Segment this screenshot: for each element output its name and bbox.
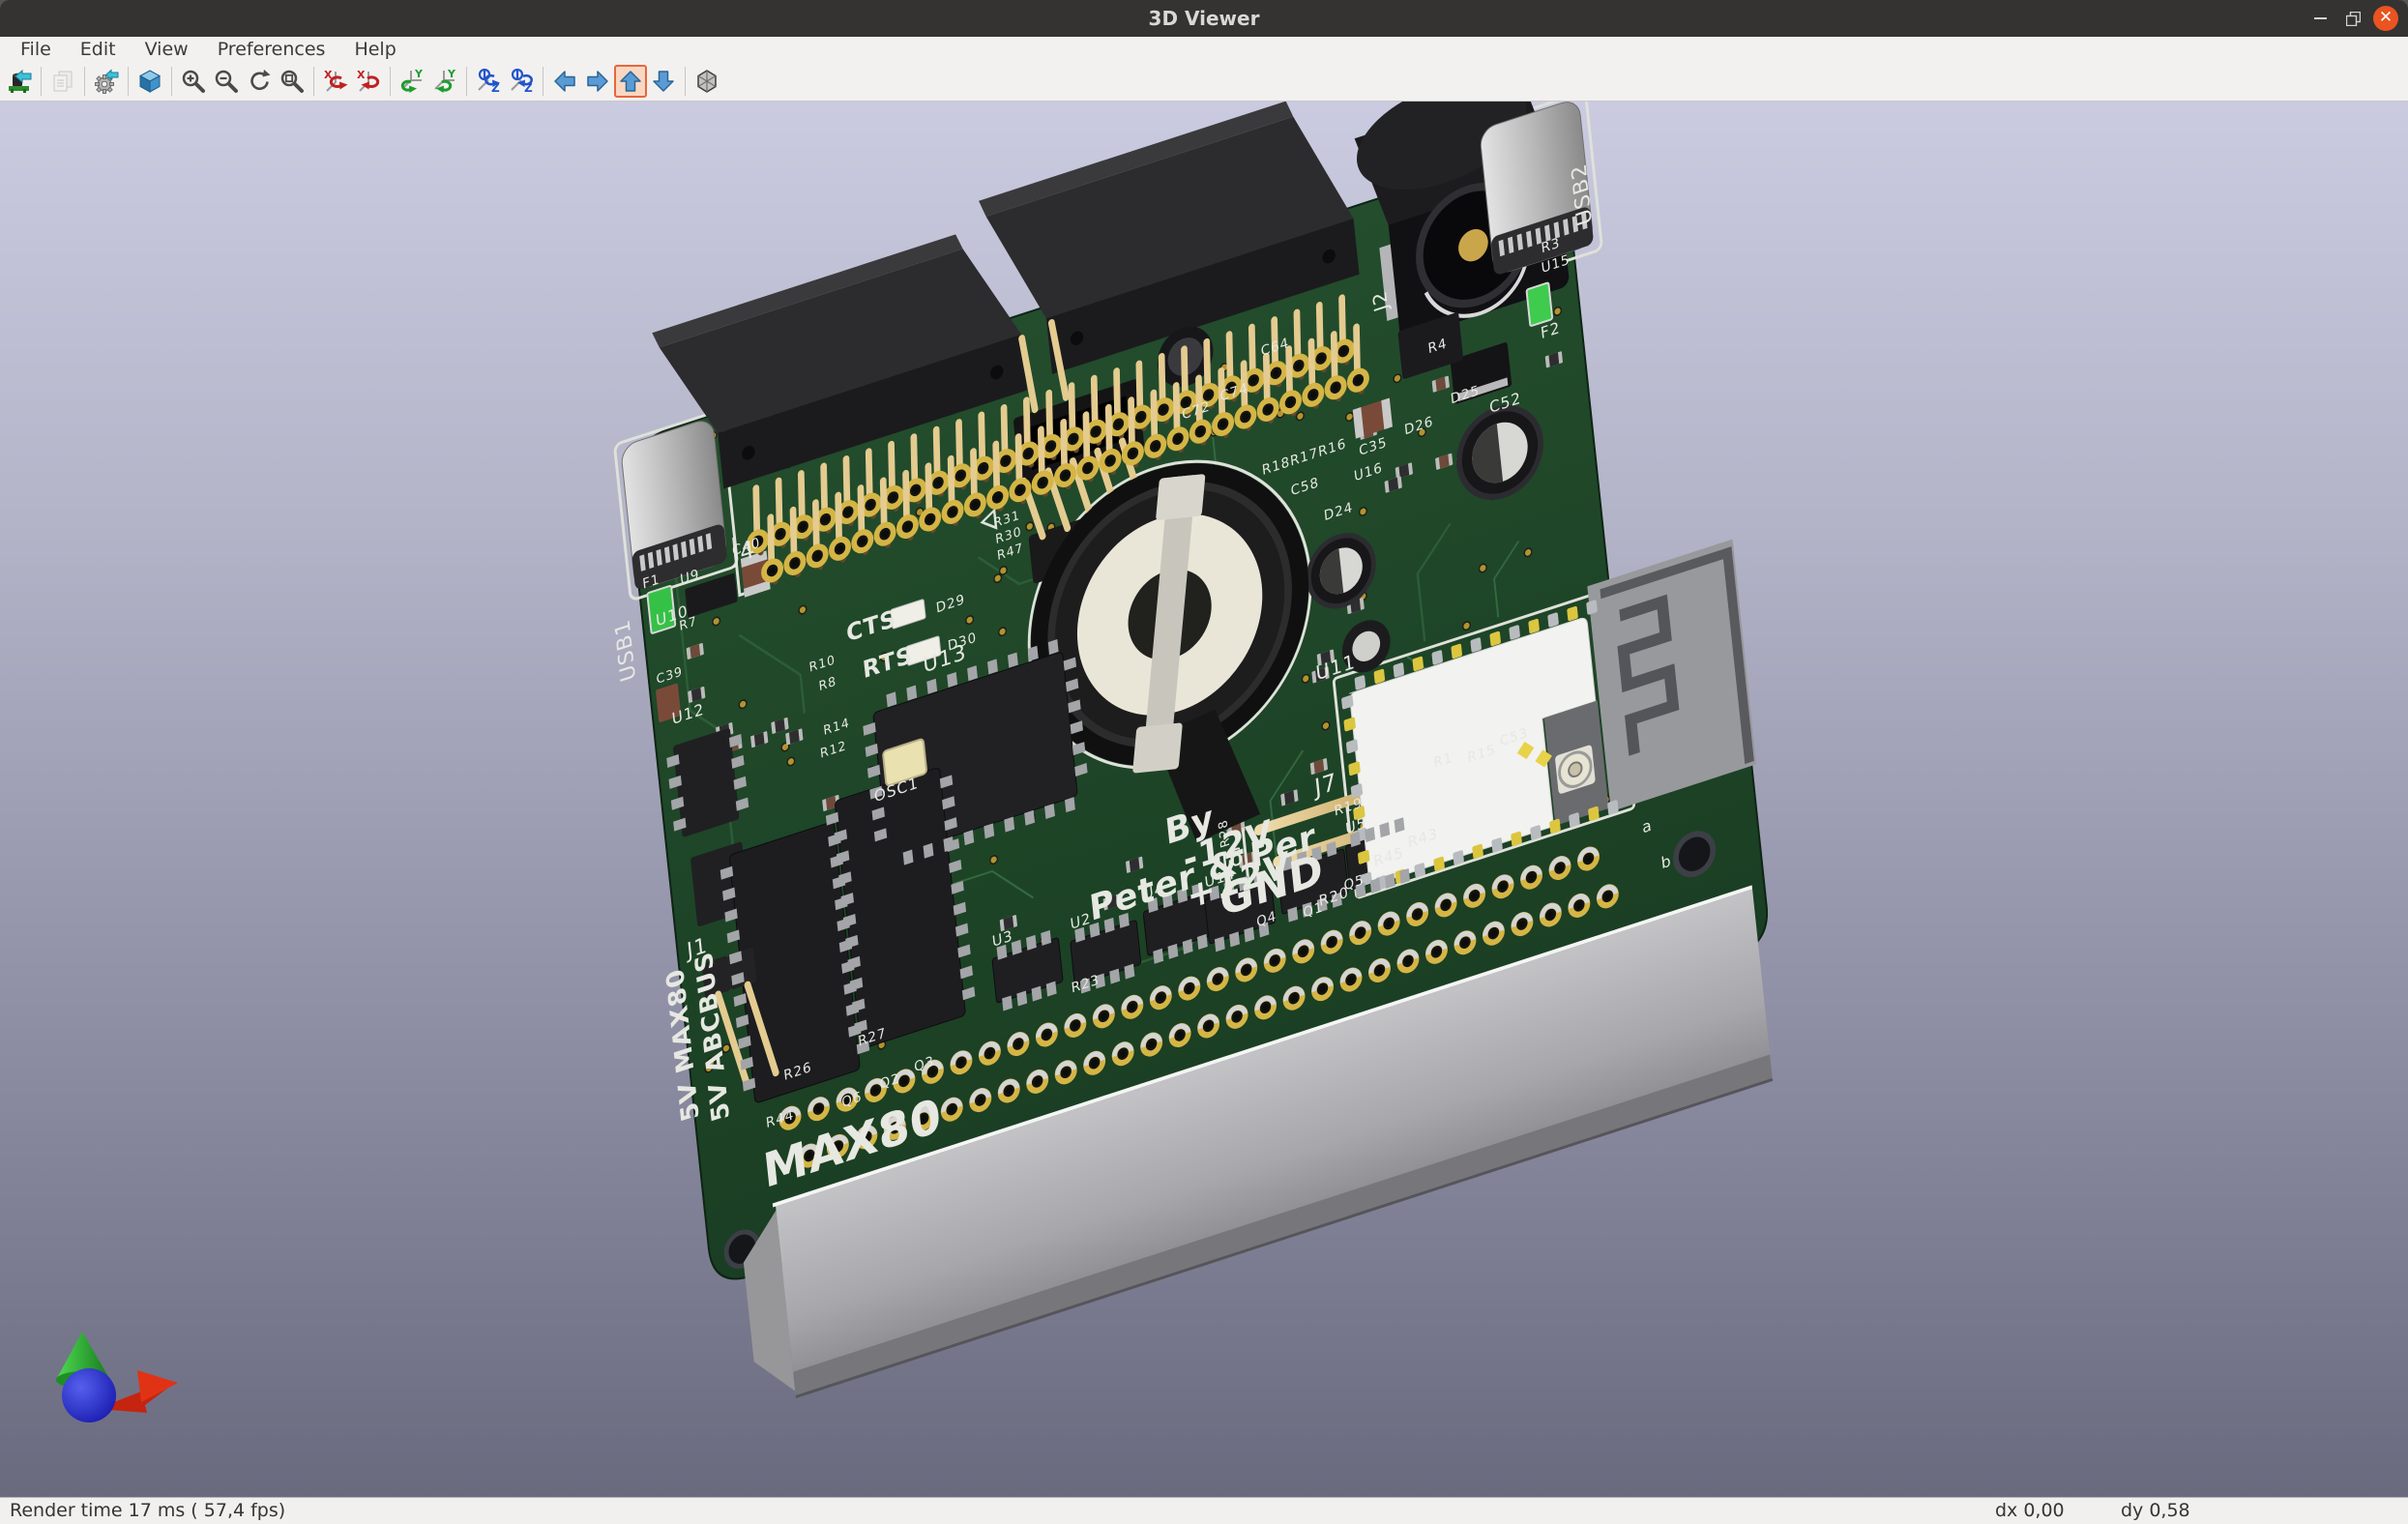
toolbar-separator <box>41 67 42 96</box>
move-right-button[interactable] <box>581 65 614 98</box>
move-up-icon <box>618 69 643 94</box>
move-down-button[interactable] <box>647 65 680 98</box>
minimize-button[interactable] <box>2307 6 2333 31</box>
silkscreen-text: R28 <box>1217 817 1233 849</box>
render-cube-icon <box>137 69 162 94</box>
silkscreen-text: b <box>1660 851 1673 872</box>
rotate-x-clockwise-button[interactable]: X <box>319 65 352 98</box>
dy-status: dy 0,58 <box>2121 1500 2190 1521</box>
minimize-icon <box>2314 17 2327 19</box>
rotate-z-clockwise-button[interactable]: Z <box>472 65 505 98</box>
reload-board-icon <box>7 69 32 94</box>
silkscreen-text: a <box>1641 815 1653 836</box>
zoom-out-button[interactable] <box>210 65 243 98</box>
rotate-z-counterclockwise-icon: Z <box>509 69 534 94</box>
maximize-button[interactable] <box>2340 6 2365 31</box>
copy-image-button[interactable] <box>46 65 79 98</box>
render-time-status: Render time 17 ms ( 57,4 fps) <box>10 1500 285 1521</box>
menu-edit[interactable]: Edit <box>66 37 131 62</box>
toolbar-separator <box>390 67 391 96</box>
menu-bar: File Edit View Preferences Help <box>0 37 2408 62</box>
rotate-z-clockwise-icon: Z <box>476 69 501 94</box>
toolbar-separator <box>313 67 314 96</box>
toolbar-separator <box>171 67 172 96</box>
rotate-y-counterclockwise-button[interactable]: Y <box>428 65 461 98</box>
zoom-in-button[interactable] <box>177 65 210 98</box>
axis-orientation-gizmo <box>56 1332 178 1422</box>
svg-text:Y: Y <box>447 69 456 80</box>
redraw-button[interactable] <box>243 65 276 98</box>
render-options-icon <box>94 69 119 94</box>
redraw-icon <box>247 69 272 94</box>
move-left-icon <box>552 69 577 94</box>
rotate-x-counterclockwise-button[interactable]: X <box>352 65 385 98</box>
rotate-y-clockwise-button[interactable]: Y <box>396 65 428 98</box>
title-bar[interactable]: 3D Viewer ✕ <box>0 0 2408 37</box>
move-up-button[interactable] <box>614 65 647 98</box>
move-left-button[interactable] <box>548 65 581 98</box>
silkscreen-text: USB1 <box>611 616 640 685</box>
dx-status: dx 0,00 <box>1995 1500 2065 1521</box>
rotate-y-clockwise-icon: Y <box>399 69 425 94</box>
svg-text:Y: Y <box>414 69 424 80</box>
zoom-in-icon <box>181 69 206 94</box>
move-right-icon <box>585 69 610 94</box>
orthographic-cube-icon <box>694 69 719 94</box>
close-button[interactable]: ✕ <box>2373 6 2398 31</box>
z-axis-sphere <box>62 1368 116 1422</box>
menu-view[interactable]: View <box>131 37 203 62</box>
pcb-board: MAX80ByPeter & PerJ6GNDJ7-12V+12VJ15V MA… <box>580 102 1789 1429</box>
menu-help[interactable]: Help <box>339 37 410 62</box>
zoom-to-fit-icon <box>279 69 305 94</box>
orthographic-projection-button[interactable] <box>690 65 723 98</box>
toolbar-separator <box>128 67 129 96</box>
copy-image-icon <box>50 69 75 94</box>
restore-icon <box>2346 12 2361 26</box>
toolbar-separator <box>466 67 467 96</box>
toolbar-separator <box>84 67 85 96</box>
window-title: 3D Viewer <box>1149 7 1260 30</box>
close-icon: ✕ <box>2379 10 2393 26</box>
3d-viewer-window: 3D Viewer ✕ File Edit View Preferences H… <box>0 0 2408 1523</box>
move-down-icon <box>651 69 676 94</box>
render-options-button[interactable] <box>90 65 123 98</box>
usb-c-connector-1 <box>620 417 727 591</box>
zoom-to-fit-button[interactable] <box>276 65 308 98</box>
menu-preferences[interactable]: Preferences <box>203 37 340 62</box>
render-realistic-button[interactable] <box>133 65 166 98</box>
status-bar: Render time 17 ms ( 57,4 fps) dx 0,00 dy… <box>0 1497 2408 1524</box>
rotate-x-counterclockwise-icon: X <box>356 69 381 94</box>
svg-text:X: X <box>357 69 366 81</box>
rotate-y-counterclockwise-icon: Y <box>432 69 457 94</box>
reload-board-button[interactable] <box>3 65 36 98</box>
toolbar-separator <box>685 67 686 96</box>
rotate-x-clockwise-icon: X <box>323 69 348 94</box>
menu-file[interactable]: File <box>6 37 66 62</box>
viewport-3d[interactable]: MAX80ByPeter & PerJ6GNDJ7-12V+12VJ15V MA… <box>0 102 2408 1497</box>
rotate-z-counterclockwise-button[interactable]: Z <box>505 65 538 98</box>
zoom-out-icon <box>214 69 239 94</box>
toolbar: X X Y Y <box>0 62 2408 102</box>
pcb-render: MAX80ByPeter & PerJ6GNDJ7-12V+12VJ15V MA… <box>0 102 2408 1497</box>
